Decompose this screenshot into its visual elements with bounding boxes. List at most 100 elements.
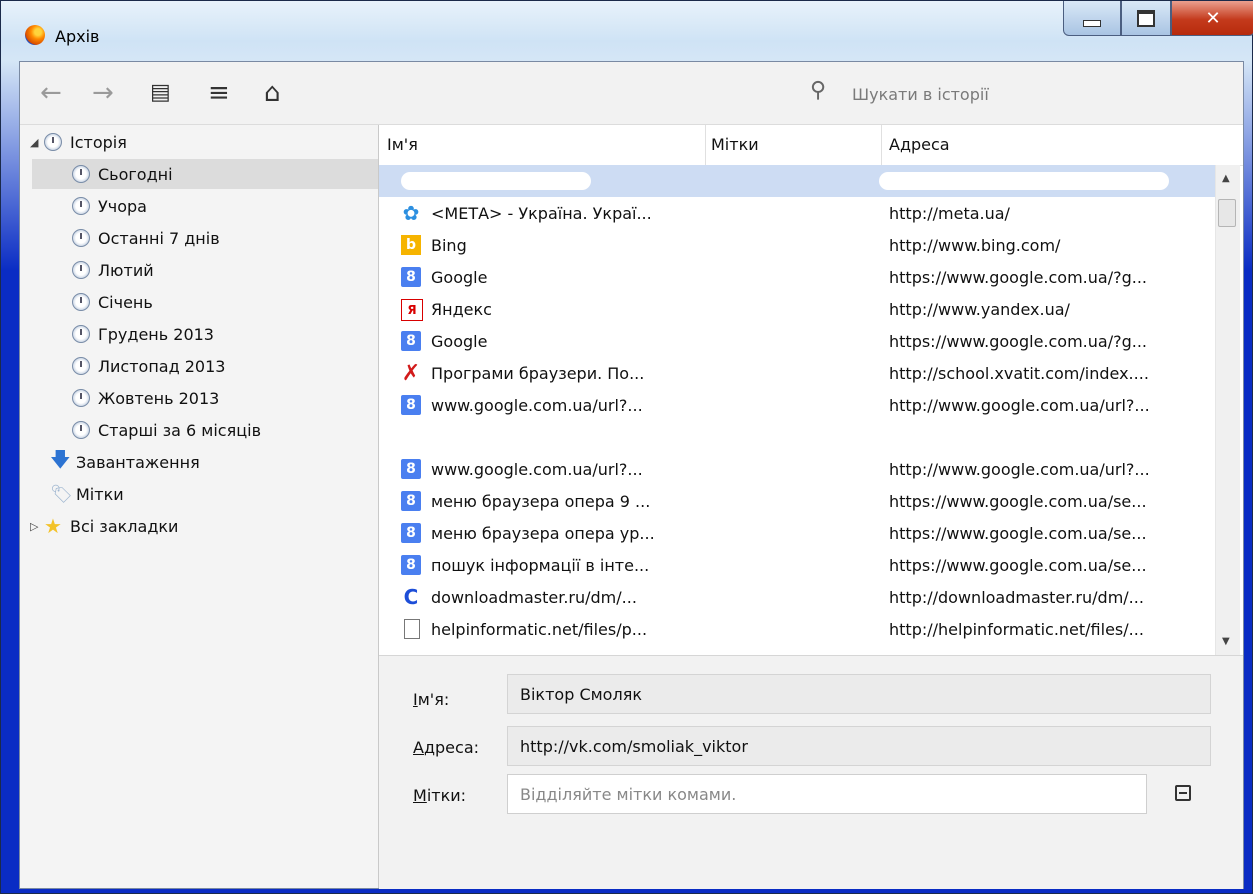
- clock-icon: [72, 357, 90, 375]
- tree-item-all-bookmarks[interactable]: ▷ ★ Всі закладки: [30, 511, 178, 541]
- collapsed-arrow-icon[interactable]: ▷: [30, 520, 44, 533]
- table-row[interactable]: ✗ Програми браузери. По... http://school…: [379, 357, 1215, 389]
- tree-item-history[interactable]: ◢ Історія: [30, 127, 127, 157]
- table-rows: ✿ <МЕТА> - Україна. Украї... http://meta…: [379, 165, 1215, 655]
- clock-icon: [72, 261, 90, 279]
- row-name: helpinformatic.net/files/p...: [431, 620, 648, 639]
- collapse-tags-icon[interactable]: [1175, 785, 1191, 801]
- history-library-window: Архів ✕ ← → ▤ ≡ ⌂ ⚲ ◢ Історія: [0, 0, 1253, 894]
- column-separator[interactable]: [705, 125, 706, 165]
- tree-item-label: Останні 7 днів: [98, 228, 220, 248]
- row-url: https://www.google.com.ua/se...: [889, 556, 1147, 575]
- bing-favicon-icon: b: [401, 235, 421, 255]
- row-url: https://www.google.com.ua/se...: [889, 524, 1147, 543]
- tree-item-downloads[interactable]: 🡇 Завантаження: [50, 447, 200, 477]
- title-bar[interactable]: Архів ✕: [1, 1, 1253, 57]
- column-header-address[interactable]: Адреса: [889, 135, 950, 154]
- tree-item-january[interactable]: Січень: [72, 287, 153, 317]
- table-row[interactable]: 8 www.google.com.ua/url?... http://www.g…: [379, 453, 1215, 485]
- clock-icon: [72, 229, 90, 247]
- google-favicon-icon: 8: [401, 331, 421, 351]
- table-row[interactable]: C downloadmaster.ru/dm/... http://downlo…: [379, 581, 1215, 613]
- row-name: Google: [431, 268, 488, 287]
- tree-item-yesterday[interactable]: Учора: [72, 191, 147, 221]
- tree-item-label: Сьогодні: [98, 164, 173, 184]
- downloadmaster-favicon-icon: C: [403, 585, 419, 609]
- column-header-tags[interactable]: Мітки: [711, 135, 759, 154]
- clock-icon: [72, 293, 90, 311]
- table-row[interactable]: 8 www.google.com.ua/url?... http://www.g…: [379, 389, 1215, 421]
- tree-item-older-6-months[interactable]: Старші за 6 місяців: [72, 415, 261, 445]
- column-separator[interactable]: [881, 125, 882, 165]
- google-favicon-icon: 8: [401, 491, 421, 511]
- address-field[interactable]: http://vk.com/smoliak_viktor: [507, 726, 1211, 766]
- close-button[interactable]: ✕: [1171, 1, 1253, 36]
- tags-input[interactable]: Відділяйте мітки комами.: [507, 774, 1147, 814]
- table-header: Ім'я Мітки Адреса: [379, 125, 1243, 166]
- views-icon[interactable]: ≡: [208, 80, 230, 106]
- row-url: http://www.google.com.ua/url?...: [889, 396, 1150, 415]
- tree-item-today[interactable]: Сьогодні: [32, 159, 378, 189]
- window-controls: ✕: [1063, 1, 1253, 39]
- tree-item-label: Учора: [98, 196, 147, 216]
- tree-item-february[interactable]: Лютий: [72, 255, 154, 285]
- tag-icon: 🏷: [50, 483, 73, 505]
- table-row[interactable]: 8 меню браузера опера 9 ... https://www.…: [379, 485, 1215, 517]
- column-header-name[interactable]: Ім'я: [387, 135, 418, 154]
- clock-icon: [72, 197, 90, 215]
- back-icon[interactable]: ←: [40, 80, 62, 106]
- row-url: https://www.google.com.ua/se...: [889, 492, 1147, 511]
- tree-item-last-7-days[interactable]: Останні 7 днів: [72, 223, 220, 253]
- table-row[interactable]: 8 пошук інформації в інте... https://www…: [379, 549, 1215, 581]
- tree-item-tags[interactable]: 🏷 Мітки: [50, 479, 124, 509]
- google-favicon-icon: 8: [401, 555, 421, 575]
- scroll-down-arrow-icon[interactable]: ▼: [1222, 636, 1230, 647]
- clock-icon: [72, 165, 90, 183]
- table-row[interactable]: 8 Google https://www.google.com.ua/?g...: [379, 325, 1215, 357]
- row-name: downloadmaster.ru/dm/...: [431, 588, 637, 607]
- table-row[interactable]: Я Яндекс http://www.yandex.ua/: [379, 293, 1215, 325]
- clock-icon: [44, 133, 62, 151]
- star-icon: ★: [44, 514, 62, 538]
- table-row[interactable]: ✿ <МЕТА> - Україна. Украї... http://meta…: [379, 197, 1215, 229]
- table-row[interactable]: b Bing http://www.bing.com/: [379, 229, 1215, 261]
- row-name: Яндекс: [431, 300, 492, 319]
- table-row[interactable]: 8 Google https://www.google.com.ua/?g...: [379, 261, 1215, 293]
- scroll-up-arrow-icon[interactable]: ▲: [1222, 173, 1230, 184]
- tree-item-label: Всі закладки: [70, 516, 179, 536]
- tree-item-october-2013[interactable]: Жовтень 2013: [72, 383, 219, 413]
- minimize-icon: [1083, 19, 1101, 27]
- row-url: https://www.google.com.ua/?g...: [889, 332, 1147, 351]
- organize-icon[interactable]: ▤: [150, 80, 171, 106]
- tree-item-label: Листопад 2013: [98, 356, 226, 376]
- table-row-selected[interactable]: [379, 165, 1215, 197]
- forward-icon[interactable]: →: [92, 80, 114, 106]
- address-label: Адреса:: [413, 738, 480, 757]
- tree-item-december-2013[interactable]: Грудень 2013: [72, 319, 214, 349]
- scrollbar-thumb[interactable]: [1218, 199, 1236, 227]
- name-field[interactable]: Віктор Смоляк: [507, 674, 1211, 714]
- table-row[interactable]: 8 меню браузера опера ур... https://www.…: [379, 517, 1215, 549]
- row-url: http://helpinformatic.net/files/...: [889, 620, 1144, 639]
- expanded-arrow-icon[interactable]: ◢: [30, 136, 44, 149]
- tree-item-november-2013[interactable]: Листопад 2013: [72, 351, 225, 381]
- obscured-text: [401, 172, 591, 190]
- clock-icon: [72, 421, 90, 439]
- google-favicon-icon: 8: [401, 267, 421, 287]
- minimize-button[interactable]: [1063, 1, 1121, 36]
- tree-item-label: Лютий: [98, 260, 154, 280]
- table-row[interactable]: helpinformatic.net/files/p... http://hel…: [379, 613, 1215, 645]
- google-favicon-icon: 8: [401, 523, 421, 543]
- maximize-button[interactable]: [1121, 1, 1171, 36]
- import-backup-icon[interactable]: ⌂: [264, 80, 281, 106]
- table-row-obscured[interactable]: [379, 421, 1215, 453]
- row-name: Google: [431, 332, 488, 351]
- search-icon: ⚲: [810, 78, 827, 103]
- search-input[interactable]: [850, 78, 1234, 110]
- row-name: меню браузера опера ур...: [431, 524, 655, 543]
- row-name: www.google.com.ua/url?...: [431, 460, 643, 479]
- row-url: https://www.google.com.ua/?g...: [889, 268, 1147, 287]
- vertical-scrollbar[interactable]: ▲ ▼: [1215, 165, 1240, 655]
- clock-icon: [72, 325, 90, 343]
- google-favicon-icon: 8: [401, 395, 421, 415]
